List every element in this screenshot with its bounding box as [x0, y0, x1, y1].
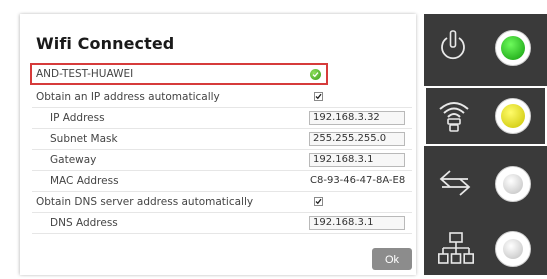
network-status-lamp	[495, 231, 531, 267]
power-status-item[interactable]	[424, 18, 547, 78]
obtain-dns-row: Obtain DNS server address automatically	[32, 192, 412, 213]
transfer-status-item[interactable]	[424, 154, 547, 214]
obtain-dns-checkbox[interactable]	[314, 197, 323, 206]
dns-address-field[interactable]: 192.168.3.1	[309, 216, 405, 230]
obtain-ip-label: Obtain an IP address automatically	[36, 91, 220, 103]
obtain-ip-checkbox[interactable]	[314, 92, 323, 101]
transfer-status-lamp	[495, 166, 531, 202]
wifi-status-lamp	[495, 98, 531, 134]
wifi-icon	[439, 102, 469, 132]
subnet-mask-field[interactable]: 255.255.255.0	[309, 132, 405, 146]
gateway-label: Gateway	[50, 154, 97, 166]
power-status-lamp	[495, 30, 531, 66]
obtain-dns-label: Obtain DNS server address automatically	[36, 196, 254, 208]
connected-network-row[interactable]: AND-TEST-HUAWEI	[30, 63, 328, 85]
settings-list: AND-TEST-HUAWEI Obtain an IP address aut…	[30, 63, 412, 234]
ok-button[interactable]: Ok	[372, 248, 412, 270]
connected-check-icon	[310, 69, 321, 80]
ip-address-label: IP Address	[50, 112, 105, 124]
ip-address-field[interactable]: 192.168.3.32	[309, 111, 405, 125]
dialog-title: Wifi Connected	[36, 34, 175, 53]
dns-address-row: DNS Address 192.168.3.1	[32, 213, 412, 234]
subnet-mask-row: Subnet Mask 255.255.255.0	[32, 129, 412, 150]
mac-address-value: C8-93-46-47-8A-E8	[310, 175, 406, 186]
gateway-row: Gateway 192.168.3.1	[32, 150, 412, 171]
mac-address-row: MAC Address C8-93-46-47-8A-E8	[32, 171, 412, 192]
wifi-status-item[interactable]	[424, 86, 547, 146]
ip-address-row: IP Address 192.168.3.32	[32, 108, 412, 129]
mac-address-label: MAC Address	[50, 175, 119, 187]
subnet-mask-label: Subnet Mask	[50, 133, 118, 145]
network-tree-icon	[438, 232, 474, 264]
network-status-item[interactable]	[424, 219, 547, 279]
gateway-field[interactable]: 192.168.3.1	[309, 153, 405, 167]
obtain-ip-row: Obtain an IP address automatically	[32, 87, 412, 108]
status-panel	[424, 14, 547, 275]
wifi-dialog: Wifi Connected AND-TEST-HUAWEI Obtain an…	[20, 14, 416, 275]
dns-address-label: DNS Address	[50, 217, 118, 229]
transfer-arrows-icon	[439, 170, 471, 196]
power-icon	[441, 30, 465, 60]
network-name: AND-TEST-HUAWEI	[36, 68, 134, 80]
